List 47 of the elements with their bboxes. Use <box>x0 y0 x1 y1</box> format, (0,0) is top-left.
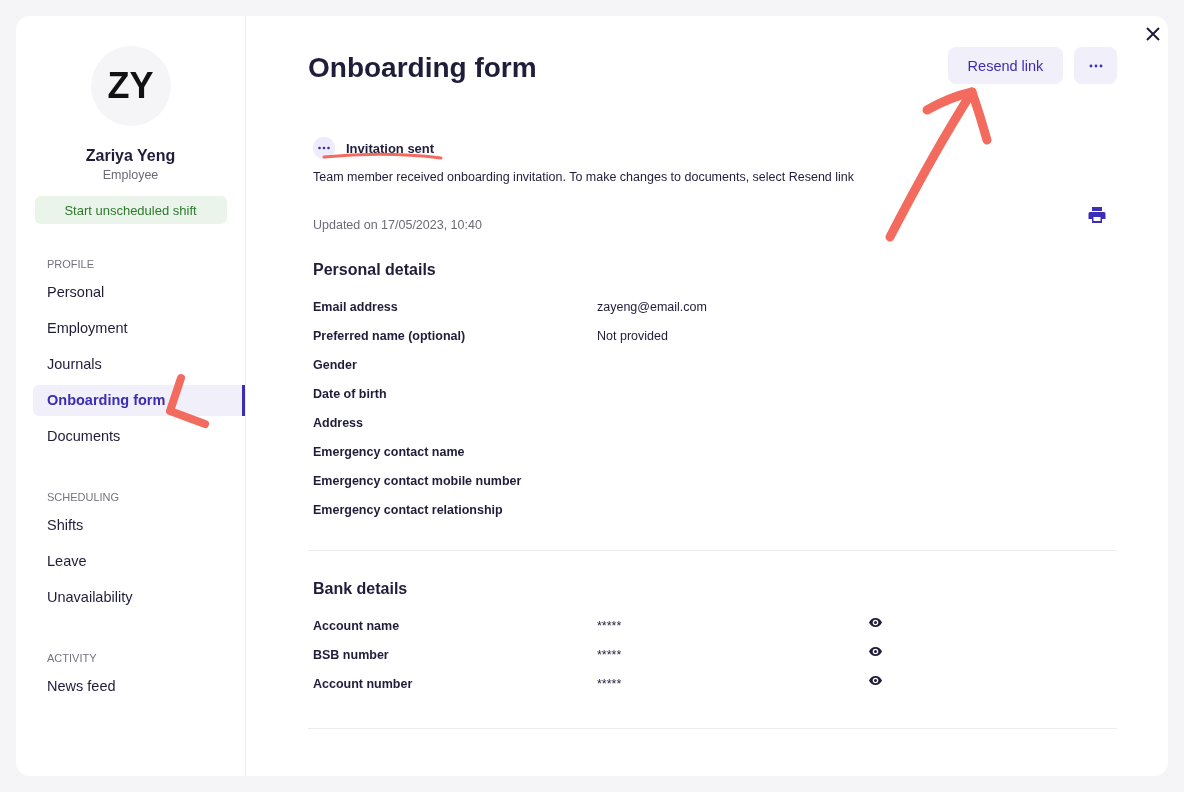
pending-status-icon <box>313 137 335 159</box>
close-icon[interactable] <box>1146 27 1160 41</box>
status-label: Invitation sent <box>346 140 435 156</box>
print-icon[interactable] <box>1088 206 1106 224</box>
nav-section-heading: PROFILE <box>46 258 96 270</box>
start-shift-button[interactable]: Start unscheduled shift <box>34 196 227 224</box>
field-label: Preferred name (optional) <box>313 328 467 343</box>
field-label: Emergency contact mobile number <box>313 473 523 488</box>
field-value: ***** <box>597 647 622 662</box>
sidebar-item[interactable]: Journals <box>33 349 245 380</box>
field-label: Address <box>313 415 365 430</box>
field-label: Gender <box>313 357 358 372</box>
field-label: Account name <box>313 618 401 633</box>
field-value: ***** <box>597 676 622 691</box>
sidebar-item[interactable]: Shifts <box>33 510 245 541</box>
eye-icon[interactable] <box>869 647 882 656</box>
sidebar-item[interactable]: Leave <box>33 546 245 577</box>
field-label: BSB number <box>313 647 390 662</box>
field-value: ***** <box>597 618 622 633</box>
employee-role: Employee <box>102 168 159 182</box>
field-label: Emergency contact name <box>313 444 466 459</box>
field-value: zayeng@email.com <box>597 299 707 314</box>
status-message: Team member received onboarding invitation. To make changes to documents, select Resend link <box>313 170 856 184</box>
field-value: Not provided <box>597 328 668 343</box>
nav-section-heading: SCHEDULING <box>46 491 121 503</box>
eye-icon[interactable] <box>869 618 882 627</box>
field-label: Date of birth <box>313 386 388 401</box>
section-heading: Bank details <box>313 580 409 598</box>
sidebar-item[interactable]: Personal <box>33 277 245 308</box>
field-label: Emergency contact relationship <box>313 502 504 517</box>
annotation-check-mark <box>166 374 209 428</box>
sidebar-item[interactable]: Documents <box>33 421 245 452</box>
employee-name: Zariya Yeng <box>85 147 176 165</box>
more-icon <box>1088 63 1103 68</box>
page-title: Onboarding form <box>308 52 537 84</box>
nav-section-heading: ACTIVITY <box>46 652 98 664</box>
resend-link-button[interactable]: Resend link <box>948 47 1063 84</box>
sidebar-item[interactable]: News feed <box>33 671 245 702</box>
field-label: Email address <box>313 299 399 314</box>
sidebar-item[interactable]: Employment <box>33 313 245 344</box>
sidebar-item[interactable]: Unavailability <box>33 582 245 613</box>
avatar: ZY <box>90 46 171 126</box>
section-heading: Personal details <box>313 261 437 279</box>
field-label: Account number <box>313 676 414 691</box>
sidebar-item[interactable]: Onboarding form <box>33 385 245 416</box>
eye-icon[interactable] <box>869 676 882 685</box>
updated-timestamp: Updated on 17/05/2023, 10:40 <box>313 218 482 232</box>
